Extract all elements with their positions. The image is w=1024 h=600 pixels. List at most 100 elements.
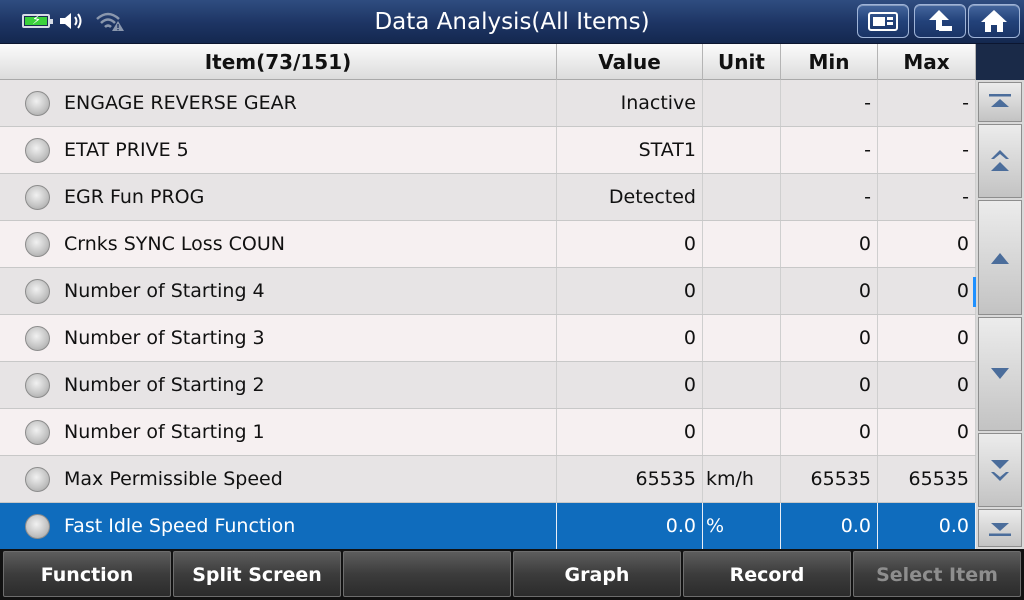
min-cell: 0 xyxy=(781,315,878,361)
unit-cell: % xyxy=(703,503,781,549)
table-row-selected[interactable]: Fast Idle Speed Function 0.0 % 0.0 0.0 xyxy=(0,503,976,550)
row-radio[interactable] xyxy=(25,185,50,210)
scroll-bottom-icon xyxy=(989,523,1011,536)
item-name: Crnks SYNC Loss COUN xyxy=(64,233,285,255)
split-screen-button[interactable]: Split Screen xyxy=(173,551,341,597)
screenshot-icon xyxy=(868,12,898,31)
page-up-button[interactable] xyxy=(978,124,1022,198)
bottom-toolbar: Function Split Screen Graph Record Selec… xyxy=(0,549,1024,600)
table-row[interactable]: Number of Starting 1 0 0 0 xyxy=(0,409,976,456)
row-radio[interactable] xyxy=(25,514,50,539)
column-header-max[interactable]: Max xyxy=(878,44,976,80)
scroll-top-button[interactable] xyxy=(978,82,1022,122)
min-cell: 0.0 xyxy=(781,503,878,549)
back-icon xyxy=(929,10,952,31)
data-table: Item(73/151) Value Unit Min Max ENGAGE R… xyxy=(0,44,976,550)
column-header-unit[interactable]: Unit xyxy=(703,44,781,80)
table-row[interactable]: ENGAGE REVERSE GEAR Inactive - - xyxy=(0,80,976,127)
scroll-bottom-button[interactable] xyxy=(978,509,1022,547)
max-cell: 0 xyxy=(878,315,976,361)
column-header-item[interactable]: Item(73/151) xyxy=(0,44,557,80)
table-row[interactable]: Number of Starting 3 0 0 0 xyxy=(0,315,976,362)
value-cell: 0.0 xyxy=(557,503,703,549)
table-row[interactable]: Max Permissible Speed 65535 km/h 65535 6… xyxy=(0,456,976,503)
max-cell: 0 xyxy=(878,409,976,455)
min-cell: - xyxy=(781,174,878,220)
unit-cell xyxy=(703,268,781,314)
min-cell: 0 xyxy=(781,362,878,408)
value-cell: 65535 xyxy=(557,456,703,502)
value-cell: 0 xyxy=(557,268,703,314)
min-cell: 0 xyxy=(781,268,878,314)
unit-cell xyxy=(703,409,781,455)
item-name: Number of Starting 4 xyxy=(64,280,265,302)
max-cell: 0 xyxy=(878,362,976,408)
home-icon xyxy=(981,10,1007,32)
unit-cell xyxy=(703,315,781,361)
item-name: Fast Idle Speed Function xyxy=(64,515,296,537)
record-button[interactable]: Record xyxy=(683,551,851,597)
value-cell: STAT1 xyxy=(557,127,703,173)
graph-button[interactable]: Graph xyxy=(513,551,681,597)
item-name: ETAT PRIVE 5 xyxy=(64,139,189,161)
unit-cell xyxy=(703,174,781,220)
row-radio[interactable] xyxy=(25,279,50,304)
table-header: Item(73/151) Value Unit Min Max xyxy=(0,44,976,80)
item-name: Number of Starting 2 xyxy=(64,374,265,396)
table-row[interactable]: EGR Fun PROG Detected - - xyxy=(0,174,976,221)
unit-cell: km/h xyxy=(703,456,781,502)
value-cell: 0 xyxy=(557,409,703,455)
line-up-button[interactable] xyxy=(978,200,1022,315)
value-cell: 0 xyxy=(557,362,703,408)
item-name: Number of Starting 3 xyxy=(64,327,265,349)
value-cell: Detected xyxy=(557,174,703,220)
select-item-button: Select Item xyxy=(853,551,1021,597)
min-cell: - xyxy=(781,127,878,173)
empty-button[interactable] xyxy=(343,551,511,597)
item-name: EGR Fun PROG xyxy=(64,186,205,208)
back-button[interactable] xyxy=(914,4,966,38)
table-row[interactable]: Number of Starting 4 0 0 0 xyxy=(0,268,976,315)
max-cell: - xyxy=(878,80,976,126)
unit-cell xyxy=(703,127,781,173)
max-cell: - xyxy=(878,174,976,220)
max-cell: 0.0 xyxy=(878,503,976,549)
row-radio[interactable] xyxy=(25,420,50,445)
unit-cell xyxy=(703,221,781,267)
column-header-min[interactable]: Min xyxy=(781,44,878,80)
scroll-top-icon xyxy=(989,94,1011,107)
scroll-controls xyxy=(976,80,1024,549)
line-down-icon xyxy=(991,368,1009,379)
row-radio[interactable] xyxy=(25,467,50,492)
row-radio[interactable] xyxy=(25,373,50,398)
row-radio[interactable] xyxy=(25,326,50,351)
page-down-button[interactable] xyxy=(978,433,1022,507)
value-cell: Inactive xyxy=(557,80,703,126)
value-cell: 0 xyxy=(557,315,703,361)
max-cell: 0 xyxy=(878,221,976,267)
screenshot-button[interactable] xyxy=(857,4,909,38)
row-radio[interactable] xyxy=(25,232,50,257)
min-cell: 0 xyxy=(781,409,878,455)
max-cell: 65535 xyxy=(878,456,976,502)
page-up-icon xyxy=(991,150,1009,171)
max-cell: - xyxy=(878,127,976,173)
item-name: Max Permissible Speed xyxy=(64,468,283,490)
table-row[interactable]: Number of Starting 2 0 0 0 xyxy=(0,362,976,409)
line-up-icon xyxy=(991,252,1009,264)
item-name: ENGAGE REVERSE GEAR xyxy=(64,92,297,114)
min-cell: 65535 xyxy=(781,456,878,502)
table-row[interactable]: Crnks SYNC Loss COUN 0 0 0 xyxy=(0,221,976,268)
min-cell: 0 xyxy=(781,221,878,267)
home-button[interactable] xyxy=(968,4,1020,38)
unit-cell xyxy=(703,362,781,408)
table-row[interactable]: ETAT PRIVE 5 STAT1 - - xyxy=(0,127,976,174)
line-down-button[interactable] xyxy=(978,317,1022,431)
row-radio[interactable] xyxy=(25,91,50,116)
function-button[interactable]: Function xyxy=(3,551,171,597)
min-cell: - xyxy=(781,80,878,126)
row-radio[interactable] xyxy=(25,138,50,163)
column-header-value[interactable]: Value xyxy=(557,44,703,80)
max-cell: 0 xyxy=(878,268,976,314)
page-down-icon xyxy=(991,460,1009,481)
